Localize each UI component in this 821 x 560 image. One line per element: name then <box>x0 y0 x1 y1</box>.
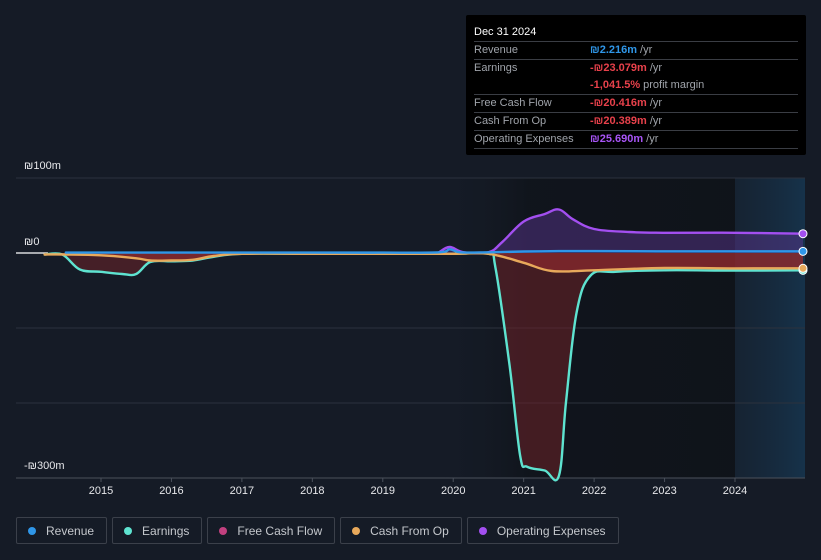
tooltip-row: Free Cash Flow -₪20.416m/yr <box>474 95 798 113</box>
legend-dot-icon <box>352 526 361 535</box>
tooltip-row-value: ₪2.216m <box>590 44 638 56</box>
legend-item-operating-expenses[interactable]: Operating Expenses <box>466 517 619 544</box>
tooltip-row-label: Earnings <box>474 62 518 74</box>
endpoint-operating-expenses <box>798 229 808 239</box>
chart-legend: Revenue Earnings Free Cash Flow Cash From O… <box>16 517 624 544</box>
endpoint-revenue <box>798 246 808 256</box>
tooltip-row-value: -1,041.5% <box>590 79 641 91</box>
legend-dot-icon <box>28 526 36 535</box>
legend-label: Free Cash Flow <box>237 523 323 538</box>
tooltip-row-unit: /yr <box>649 62 663 74</box>
tooltip-panel: Dec 31 2024 Revenue ₪2.216m/yr Earnings -₪2… <box>466 15 806 155</box>
tooltip-row-value: -₪23.079m <box>590 62 647 74</box>
tooltip-row-label: Operating Expenses <box>474 133 574 145</box>
y-tick-label-bottom: -₪300m <box>24 460 65 472</box>
tooltip-row-unit: /yr <box>649 115 663 127</box>
x-tick-label: 2021 <box>511 485 536 497</box>
tooltip-row-unit: /yr <box>649 97 663 109</box>
tooltip-row-unit: /yr <box>646 133 659 145</box>
x-tick-label: 2022 <box>581 485 607 497</box>
x-tick-label: 2018 <box>300 485 325 497</box>
x-tick-label: 2015 <box>88 485 114 497</box>
y-tick-label-zero: ₪0 <box>24 236 40 248</box>
tooltip-row: Revenue ₪2.216m/yr <box>474 42 798 60</box>
legend-label: Revenue <box>46 523 95 538</box>
x-tick-label: 2023 <box>652 485 677 497</box>
legend-dot-icon <box>124 526 133 535</box>
tooltip-row-value: -₪20.416m <box>590 97 647 109</box>
legend-item-cash-from-op[interactable]: Cash From Op <box>340 517 462 544</box>
legend-item-earnings[interactable]: Earnings <box>112 517 203 544</box>
legend-label: Operating Expenses <box>496 523 606 538</box>
y-tick-label-top: ₪100m <box>24 160 61 172</box>
tooltip-date: Dec 31 2024 <box>474 23 798 42</box>
legend-label: Cash From Op <box>370 523 449 538</box>
tooltip-row-label: Cash From Op <box>474 115 547 127</box>
x-tick-label: 2017 <box>229 485 255 497</box>
legend-item-revenue[interactable]: Revenue <box>16 517 108 544</box>
tooltip-row-unit: profit margin <box>643 79 705 91</box>
tooltip-row-label: Free Cash Flow <box>474 97 552 109</box>
tooltip-row-label: Revenue <box>474 44 519 56</box>
tooltip-row: Operating Expenses ₪25.690m/yr <box>474 131 798 149</box>
legend-dot-icon <box>478 526 487 535</box>
x-tick-label: 2024 <box>722 485 748 497</box>
x-tick-label: 2019 <box>370 485 395 497</box>
legend-dot-icon <box>219 526 228 535</box>
legend-label: Earnings <box>142 523 190 538</box>
tooltip-row-value: -₪20.389m <box>590 115 647 127</box>
tooltip-row: Cash From Op -₪20.389m/yr <box>474 113 798 131</box>
endpoint-cash-from-op <box>798 263 808 273</box>
x-tick-label: 2016 <box>159 485 184 497</box>
tooltip-row-unit: /yr <box>640 44 653 56</box>
x-tick-label: 2020 <box>440 485 466 497</box>
tooltip-row-label <box>474 77 590 94</box>
tooltip-row-value: ₪25.690m <box>590 133 644 145</box>
tooltip-row: Earnings -₪23.079m/yr <box>474 60 798 77</box>
tooltip-row: -1,041.5% profit margin <box>474 77 798 95</box>
legend-item-free-cash-flow[interactable]: Free Cash Flow <box>207 517 336 544</box>
